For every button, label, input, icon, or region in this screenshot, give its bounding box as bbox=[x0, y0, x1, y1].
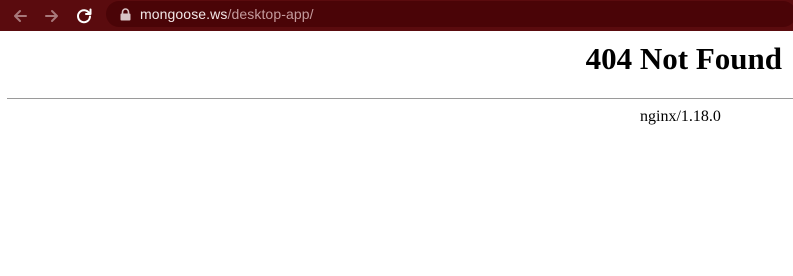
reload-icon bbox=[77, 8, 92, 24]
server-signature: nginx/1.18.0 bbox=[640, 108, 721, 125]
url-text: mongoose.ws/desktop-app/ bbox=[140, 6, 314, 22]
arrow-left-icon bbox=[14, 10, 27, 22]
url-host: mongoose.ws bbox=[140, 6, 228, 22]
forward-button[interactable] bbox=[39, 3, 65, 29]
address-bar[interactable]: mongoose.ws/desktop-app/ bbox=[106, 1, 793, 27]
arrow-right-icon bbox=[45, 10, 58, 22]
browser-toolbar: mongoose.ws/desktop-app/ bbox=[0, 0, 793, 31]
page-title: 404 Not Found bbox=[585, 41, 782, 76]
back-button[interactable] bbox=[7, 3, 33, 29]
url-path: /desktop-app/ bbox=[227, 6, 314, 22]
lock-icon[interactable] bbox=[118, 7, 132, 21]
divider bbox=[7, 98, 793, 99]
reload-button[interactable] bbox=[71, 3, 97, 29]
